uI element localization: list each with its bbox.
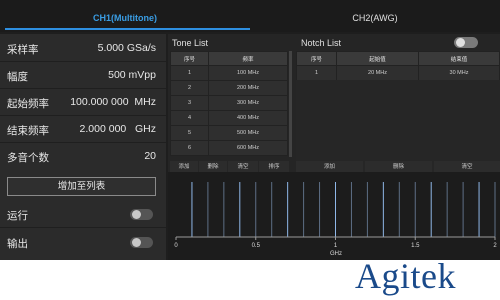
tone-index-cell: 2 — [170, 80, 209, 96]
notch-col-end: 结束值 — [418, 51, 500, 66]
output-label: 输出 — [7, 238, 28, 250]
tone-index-cell: 5 — [170, 125, 209, 141]
start-frequency-row[interactable]: 起始频率 100.000 000 MHz — [0, 90, 166, 116]
add-to-list-button[interactable]: 增加至列表 — [7, 177, 156, 196]
notch-list-title: Notch List — [301, 38, 342, 48]
tone-list-scrollbar[interactable] — [289, 51, 292, 157]
amplitude-value[interactable]: 500 mVpp — [108, 69, 156, 81]
amplitude-label: 幅度 — [7, 71, 28, 83]
notch-list-table: 序号 起始值 结束值 1 20 MHz 30 MHz — [296, 51, 500, 81]
run-toggle[interactable] — [130, 209, 153, 220]
active-tab-indicator — [5, 28, 250, 30]
table-row[interactable]: 4 400 MHz — [170, 110, 288, 126]
notch-enable-toggle[interactable] — [454, 37, 478, 48]
brand-logo: Agitek — [355, 256, 456, 296]
sample-rate-value[interactable]: 5.000 GSa/s — [98, 42, 156, 54]
tone-frequency-cell[interactable]: 600 MHz — [208, 140, 288, 156]
tone-count-row[interactable]: 多音个数 20 — [0, 144, 166, 170]
stop-frequency-label: 结束频率 — [7, 125, 49, 137]
x-axis-ticks: 0 0.5 1 1.5 2 — [174, 237, 497, 249]
x-tick-label: 2 — [493, 243, 497, 249]
notch-end-cell[interactable]: 30 MHz — [418, 65, 500, 81]
run-label: 运行 — [7, 210, 28, 222]
tone-table-header: 序号 频率 — [170, 51, 288, 66]
app-window: CH1(Multitone) CH2(AWG) 采样率 5.000 GSa/s … — [0, 0, 500, 260]
tone-count-value[interactable]: 20 — [144, 150, 156, 162]
table-row[interactable]: 1 100 MHz — [170, 65, 288, 81]
tone-list-table: 序号 频率 1 100 MHz 2 200 MHz 3 300 MHz 4 400 MH… — [170, 51, 288, 156]
output-toggle[interactable] — [130, 237, 153, 248]
start-frequency-label: 起始频率 — [7, 98, 49, 110]
table-row[interactable]: 1 20 MHz 30 MHz — [296, 65, 500, 81]
stop-frequency-value[interactable]: 2.000 000 GHz — [80, 123, 156, 135]
tab-ch2-awg[interactable]: CH2(AWG) — [250, 0, 500, 32]
x-tick-label: 0 — [174, 243, 178, 249]
tone-index-cell: 3 — [170, 95, 209, 111]
notch-index-cell: 1 — [296, 65, 337, 81]
notch-enable-toggle-knob — [456, 38, 465, 47]
tone-index-cell: 6 — [170, 140, 209, 156]
sample-rate-row[interactable]: 采样率 5.000 GSa/s — [0, 36, 166, 62]
tone-frequency-cell[interactable]: 100 MHz — [208, 65, 288, 81]
tone-frequency-cell[interactable]: 300 MHz — [208, 95, 288, 111]
x-tick-label: 1.5 — [411, 243, 420, 249]
spectrum-view: 0 0.5 1 1.5 2 GHz — [168, 172, 500, 260]
tone-frequency-cell[interactable]: 500 MHz — [208, 125, 288, 141]
spectrum-chart: 0 0.5 1 1.5 2 GHz — [174, 182, 497, 257]
table-row[interactable]: 6 600 MHz — [170, 140, 288, 156]
tone-index-cell: 1 — [170, 65, 209, 81]
x-axis-label: GHz — [330, 251, 342, 257]
tone-frequency-cell[interactable]: 200 MHz — [208, 80, 288, 96]
notch-col-index: 序号 — [296, 51, 337, 66]
notch-table-header: 序号 起始值 结束值 — [296, 51, 500, 66]
table-row[interactable]: 5 500 MHz — [170, 125, 288, 141]
spectrum-lines — [191, 182, 496, 237]
tone-frequency-cell[interactable]: 400 MHz — [208, 110, 288, 126]
parameter-panel: 采样率 5.000 GSa/s 幅度 500 mVpp 起始频率 100.000… — [0, 34, 166, 260]
notch-start-cell[interactable]: 20 MHz — [336, 65, 419, 81]
x-tick-label: 1 — [334, 243, 338, 249]
stop-frequency-row[interactable]: 结束频率 2.000 000 GHz — [0, 117, 166, 143]
start-frequency-value[interactable]: 100.000 000 MHz — [70, 96, 156, 108]
notch-col-start: 起始值 — [336, 51, 419, 66]
sample-rate-label: 采样率 — [7, 44, 39, 56]
tone-count-label: 多音个数 — [7, 152, 49, 164]
run-toggle-knob — [132, 210, 141, 219]
table-row[interactable]: 2 200 MHz — [170, 80, 288, 96]
channel-tabs: CH1(Multitone) CH2(AWG) — [0, 0, 500, 32]
tone-col-index: 序号 — [170, 51, 209, 66]
tone-list-title: Tone List — [172, 38, 209, 48]
amplitude-row[interactable]: 幅度 500 mVpp — [0, 63, 166, 89]
output-toggle-knob — [132, 238, 141, 247]
tone-index-cell: 4 — [170, 110, 209, 126]
tone-col-frequency: 频率 — [208, 51, 288, 66]
table-row[interactable]: 3 300 MHz — [170, 95, 288, 111]
x-tick-label: 0.5 — [252, 243, 261, 249]
